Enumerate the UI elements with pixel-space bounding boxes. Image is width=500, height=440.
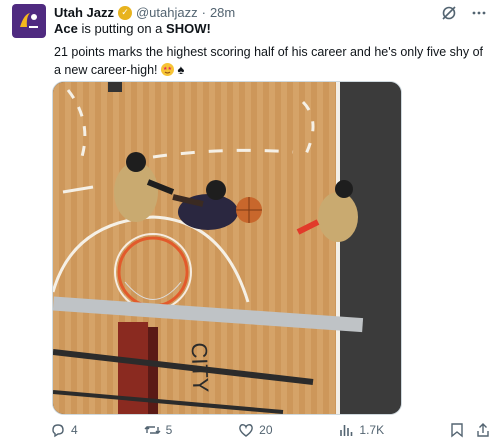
like-button[interactable]: 20 bbox=[238, 422, 273, 438]
avatar[interactable] bbox=[12, 4, 46, 38]
top-actions bbox=[440, 4, 488, 22]
like-icon bbox=[239, 424, 253, 437]
repost-button[interactable]: 5 bbox=[144, 422, 173, 438]
bookmark-icon bbox=[451, 423, 463, 438]
spade-icon: ♠ bbox=[177, 62, 185, 77]
action-bar: 4 5 20 1.7K bbox=[50, 422, 490, 438]
reply-button[interactable]: 4 bbox=[50, 422, 78, 438]
tweet-headline: Ace is putting on a SHOW! bbox=[54, 21, 211, 36]
timestamp[interactable]: 28m bbox=[210, 5, 235, 20]
views-count: 1.7K bbox=[359, 423, 385, 437]
tweet-header: Utah Jazz ✓ @utahjazz · 28m bbox=[54, 5, 235, 20]
basketball-court-image: CITY bbox=[53, 82, 401, 414]
bookmark-button[interactable] bbox=[450, 422, 464, 438]
like-count: 20 bbox=[259, 423, 273, 437]
share-button[interactable] bbox=[476, 422, 490, 438]
more-icon[interactable] bbox=[470, 4, 488, 22]
author-handle[interactable]: @utahjazz bbox=[136, 5, 198, 20]
headline-rest: is putting on a bbox=[77, 21, 167, 36]
tweet-body: 21 points marks the highest scoring half… bbox=[54, 44, 484, 79]
author-name[interactable]: Utah Jazz bbox=[54, 5, 114, 20]
grok-icon[interactable] bbox=[440, 4, 458, 22]
jazz-logo-icon bbox=[20, 13, 38, 28]
headline-show: SHOW! bbox=[166, 21, 211, 36]
repost-icon bbox=[144, 426, 161, 434]
right-actions bbox=[450, 422, 490, 438]
reply-count: 4 bbox=[71, 423, 78, 437]
repost-count: 5 bbox=[165, 423, 173, 437]
verified-badge-icon: ✓ bbox=[117, 5, 132, 20]
tweet-body-text: 21 points marks the highest scoring half… bbox=[54, 45, 484, 77]
tweet-media[interactable]: CITY bbox=[52, 81, 402, 415]
court-text: CITY bbox=[187, 342, 214, 393]
headline-bold: Ace bbox=[54, 21, 78, 36]
reply-icon bbox=[52, 424, 64, 438]
share-icon bbox=[477, 423, 489, 437]
views-button[interactable]: 1.7K bbox=[338, 422, 384, 438]
svg-text:★★: ★★ bbox=[163, 66, 172, 72]
star-eyes-emoji-icon: ★★ bbox=[161, 63, 175, 76]
separator: · bbox=[201, 5, 206, 20]
views-icon bbox=[340, 425, 353, 436]
